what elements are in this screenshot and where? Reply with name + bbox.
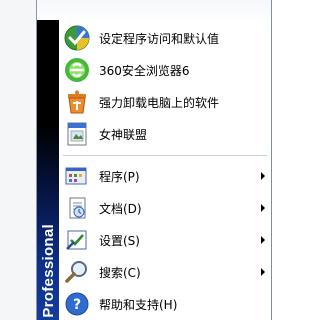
help-icon: ?	[63, 290, 91, 318]
submenu-arrow-icon	[261, 268, 265, 276]
menu-item-label: 设定程序访问和默认值	[99, 31, 220, 46]
menu-item-settings[interactable]: 设置(S)	[59, 224, 271, 256]
menu-item-label: 搜索(C)	[99, 265, 141, 280]
menu-item-search[interactable]: 搜索(C)	[59, 256, 271, 288]
menu-item-label: 女神联盟	[99, 127, 148, 142]
menu-item-programs[interactable]: 程序(P)	[59, 160, 271, 192]
documents-icon	[63, 194, 91, 222]
menu-item-label: 强力卸载电脑上的软件	[99, 95, 220, 110]
menu-top-strip	[37, 0, 271, 22]
submenu-arrow-icon	[261, 172, 265, 180]
menu-item-label: 文档(D)	[99, 201, 142, 216]
menu-item-uninstall[interactable]: 强力卸载电脑上的软件	[59, 86, 271, 118]
settings-icon	[63, 226, 91, 254]
menu-item-game[interactable]: 女神联盟	[59, 118, 271, 150]
menu-item-label: 程序(P)	[99, 169, 140, 184]
uninstall-software-icon	[63, 88, 91, 116]
programs-icon	[63, 162, 91, 190]
menu-item-documents[interactable]: 文档(D)	[59, 192, 271, 224]
menu-item-program-defaults[interactable]: 设定程序访问和默认值	[59, 22, 271, 54]
start-menu: Professional 设定程序访问和默认值 360安全浏览器6 强力卸载电脑…	[36, 0, 272, 320]
sidebar-edition-text: Professional	[40, 224, 57, 318]
game-document-icon	[63, 120, 91, 148]
svg-text:?: ?	[73, 297, 81, 313]
menu-item-label: 帮助和支持(H)	[99, 297, 178, 312]
search-icon	[63, 258, 91, 286]
360-browser-icon	[63, 56, 91, 84]
menu-item-help[interactable]: ? 帮助和支持(H)	[59, 288, 271, 320]
menu-item-360-browser[interactable]: 360安全浏览器6	[59, 54, 271, 86]
menu-item-label: 设置(S)	[99, 233, 140, 248]
menu-item-label: 360安全浏览器6	[99, 63, 190, 78]
menu-sidebar-banner: Professional	[37, 20, 59, 320]
desktop-background	[0, 0, 36, 320]
submenu-arrow-icon	[261, 236, 265, 244]
submenu-arrow-icon	[261, 204, 265, 212]
menu-separator	[63, 155, 267, 156]
program-defaults-icon	[63, 24, 91, 52]
